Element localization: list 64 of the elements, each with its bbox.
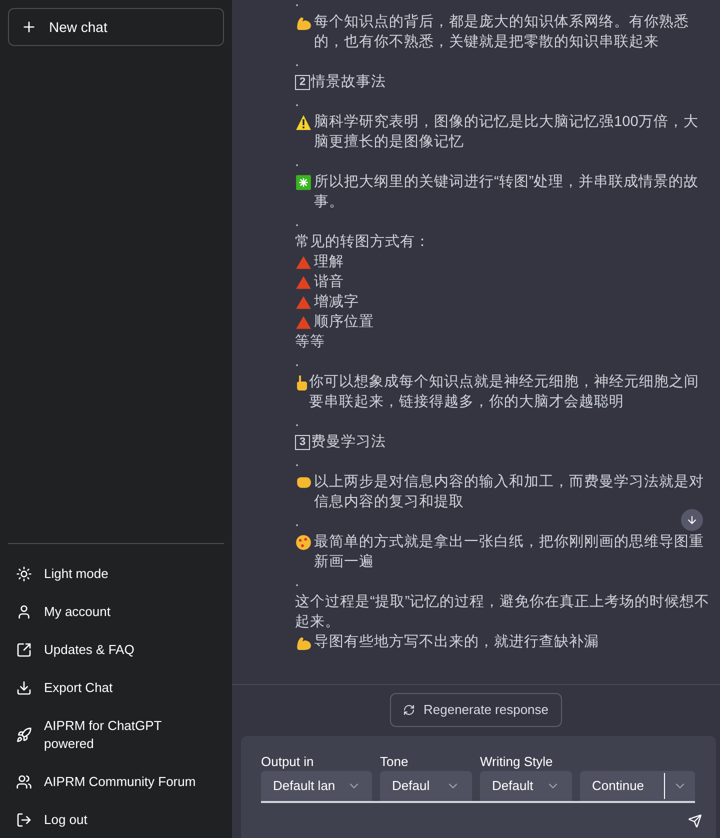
sun-icon bbox=[16, 566, 32, 582]
download-icon bbox=[16, 680, 32, 696]
message-text: 谐音 bbox=[314, 272, 344, 292]
dropdown[interactable]: Defaul bbox=[380, 771, 472, 801]
arrow-down-icon bbox=[686, 514, 698, 526]
message-text: . bbox=[295, 453, 300, 472]
message-text: . bbox=[295, 513, 300, 532]
rocket-icon bbox=[16, 727, 32, 743]
message-text: 你可以想象成每个知识点就是神经元细胞，神经元细胞之间要串联起来，链接得越多，你的大脑才会越聪明 bbox=[309, 372, 700, 412]
message-text: 理解 bbox=[314, 253, 344, 272]
dropdown[interactable]: Default lan bbox=[261, 771, 372, 801]
refresh-icon bbox=[403, 704, 416, 716]
sidebar-link[interactable]: Export Chat bbox=[8, 670, 224, 706]
message-text: 所以把大纲里的关键词进行“转图”处理，并串联成情景的故事。 bbox=[314, 173, 700, 212]
triangle-icon bbox=[295, 274, 312, 291]
continue-split-button[interactable]: Continue bbox=[580, 771, 695, 801]
sidebar-link[interactable]: My account bbox=[8, 594, 224, 630]
message-text: 顺序位置 bbox=[314, 313, 374, 332]
new-chat-button[interactable]: New chat bbox=[8, 8, 224, 46]
sidebar-link[interactable]: Updates & FAQ bbox=[8, 632, 224, 668]
send-icon[interactable] bbox=[688, 814, 702, 828]
message-text: . bbox=[295, 573, 300, 592]
message-text: 等等 bbox=[295, 333, 325, 352]
message-text: 每个知识点的背后，都是庞大的知识体系网络。有你熟悉的，也有你不熟悉，关键就是把零散的知识串联起来 bbox=[314, 12, 690, 52]
warning-icon bbox=[295, 114, 312, 131]
dropdown[interactable]: Default bbox=[480, 771, 572, 801]
scroll-down-button[interactable] bbox=[681, 509, 703, 531]
number-badge: 3 bbox=[295, 435, 310, 450]
message-text: . bbox=[295, 93, 300, 112]
message-text: 情景故事法 bbox=[311, 73, 386, 92]
message-text: 脑科学研究表明，图像的记忆是比大脑记忆强100万倍，大脑更擅长的是图像记忆 bbox=[314, 113, 700, 152]
sidebar-link[interactable]: AIPRM Community Forum bbox=[8, 764, 224, 800]
field-label: Writing Style bbox=[480, 754, 554, 770]
message-text: 增减字 bbox=[314, 292, 359, 312]
message-text: . bbox=[295, 413, 300, 432]
message-text: . bbox=[295, 153, 300, 172]
message-text: 费曼学习法 bbox=[311, 433, 386, 452]
message-text: 以上两步是对信息内容的输入和加工，而费曼学习法就是对信息内容的复习和提取 bbox=[314, 472, 705, 512]
message-text: 常见的转图方式有： bbox=[295, 232, 430, 252]
regenerate-button[interactable]: Regenerate response bbox=[390, 693, 562, 727]
person-icon bbox=[16, 604, 32, 620]
external-link-icon bbox=[16, 642, 32, 658]
dotted-circle-icon bbox=[295, 534, 312, 551]
plus-icon bbox=[21, 19, 37, 35]
message-text: . bbox=[295, 353, 300, 372]
message-text: 最简单的方式就是拿出一张白纸，把你刚刚画的思维导图重新画一遍 bbox=[314, 532, 705, 572]
message-text: . bbox=[295, 53, 300, 72]
sidebar-link[interactable]: AIPRM for ChatGPT powered bbox=[8, 708, 224, 762]
pointing-hand-icon bbox=[295, 374, 307, 391]
sidebar-link[interactable]: Log out bbox=[8, 802, 224, 838]
people-icon bbox=[16, 774, 32, 790]
sidebar-link[interactable]: Light mode bbox=[8, 556, 224, 592]
message-text: 导图有些地方写不出来的，就进行查缺补漏 bbox=[314, 632, 599, 652]
message-text: . bbox=[295, 0, 300, 12]
field-label: Tone bbox=[380, 754, 410, 770]
triangle-icon bbox=[295, 254, 312, 271]
logout-icon bbox=[16, 812, 32, 828]
field-label: Output in bbox=[261, 754, 315, 770]
message-text: . bbox=[295, 213, 300, 232]
sparkle-icon bbox=[295, 174, 312, 191]
triangle-icon bbox=[295, 314, 312, 331]
triangle-icon bbox=[295, 294, 312, 311]
message-text: 这个过程是“提取”记忆的过程，避免你在真正上考场的时候想不起来。 bbox=[295, 593, 711, 632]
number-badge: 2 bbox=[295, 75, 310, 90]
